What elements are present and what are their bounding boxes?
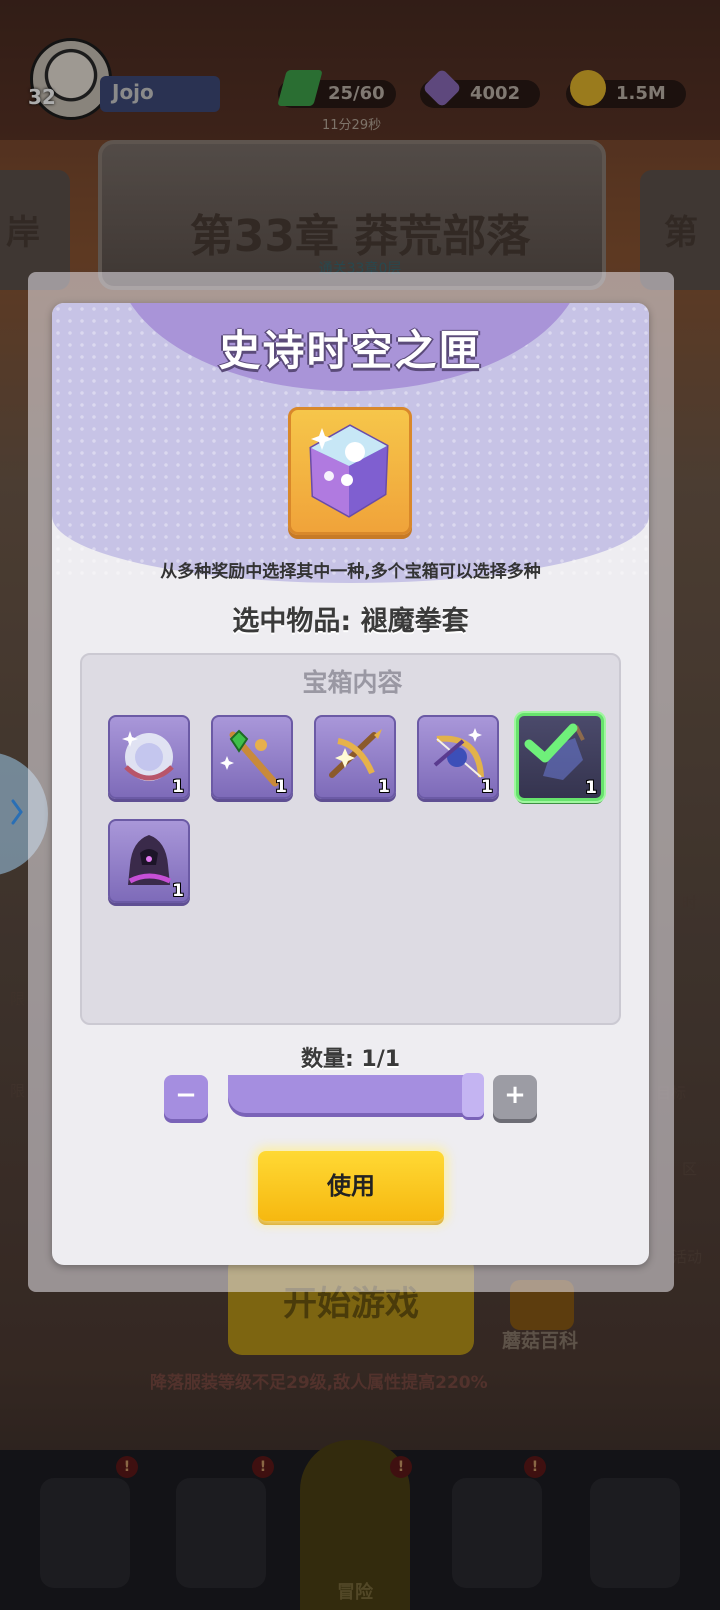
dialog-title: 史诗时空之匣	[218, 326, 483, 375]
quantity-slider[interactable]	[228, 1075, 482, 1113]
selected-item-text: 选中物品: 褪魔拳套	[232, 606, 469, 637]
item-quantity: 1	[275, 777, 287, 797]
item-quantity: 1	[585, 778, 597, 798]
reward-item-arcane-bow[interactable]: 1	[417, 715, 499, 799]
increase-quantity-button[interactable]: +	[493, 1075, 537, 1119]
reward-item-golden-crossbow[interactable]: 1	[314, 715, 396, 799]
box-contents-title: 宝箱内容	[302, 668, 403, 697]
reward-item-crystal-ring[interactable]: 1	[108, 715, 190, 799]
decrease-quantity-button[interactable]: −	[164, 1075, 208, 1119]
reward-item-emerald-staff[interactable]: 1	[211, 715, 293, 799]
quantity-label: 数量: 1/1	[300, 1047, 401, 1072]
epic-box-dialog: 史诗时空之匣 从多种奖励中选择其中一种,多个宝箱可以选择多种 选中物品: 褪魔拳…	[52, 303, 649, 1265]
item-quantity: 1	[481, 777, 493, 797]
quantity-slider-handle[interactable]	[462, 1073, 484, 1117]
item-quantity: 1	[378, 777, 390, 797]
item-quantity: 1	[172, 881, 184, 901]
reward-item-shadow-cloak[interactable]: 1	[108, 819, 190, 903]
dialog-subtitle: 从多种奖励中选择其中一种,多个宝箱可以选择多种	[160, 562, 541, 582]
use-button[interactable]: 使用	[258, 1151, 444, 1221]
reward-item-demon-gauntlet[interactable]: 1	[516, 713, 604, 801]
quantity-slider-fill	[228, 1075, 482, 1113]
box-contents-panel: 宝箱内容 1 1 1 1 1 1	[80, 653, 621, 1025]
checkmark-icon	[524, 723, 578, 763]
item-quantity: 1	[172, 777, 184, 797]
chevron-right-icon	[11, 799, 23, 825]
time-space-box-icon	[309, 424, 389, 518]
treasure-box-image	[288, 407, 412, 535]
